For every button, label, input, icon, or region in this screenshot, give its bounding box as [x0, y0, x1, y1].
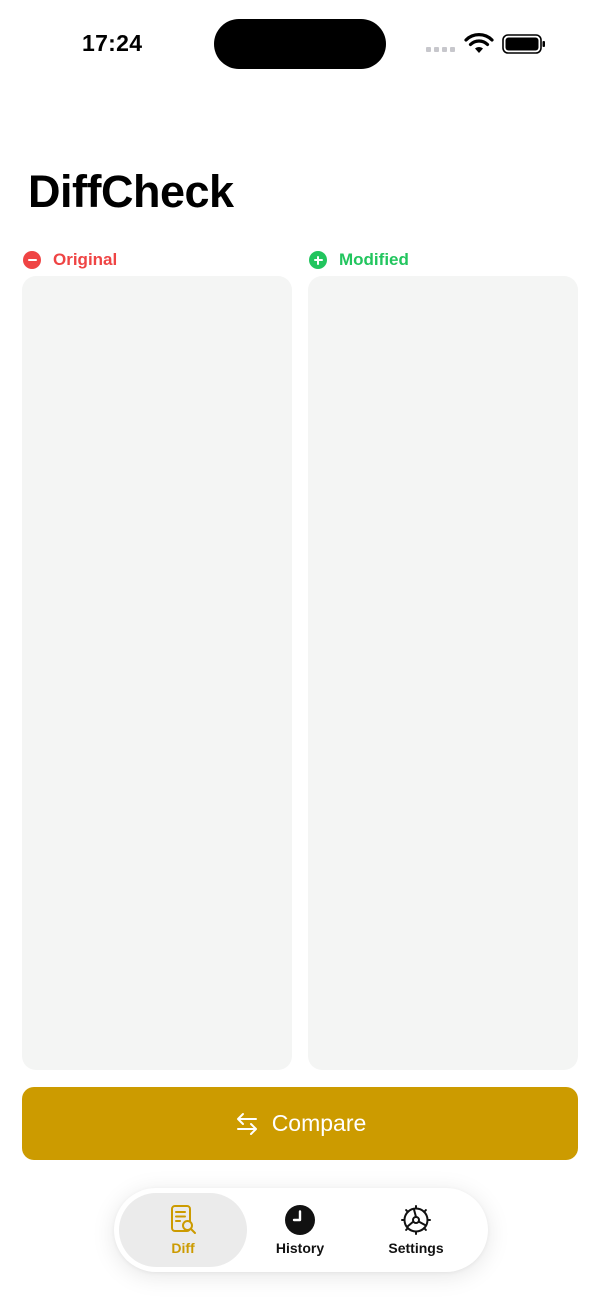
plus-circle-icon: [309, 251, 327, 269]
tab-history-label: History: [275, 1240, 325, 1256]
original-label-text: Original: [53, 250, 118, 269]
compare-button-label: Compare: [271, 1110, 367, 1136]
original-label: Original: [23, 250, 117, 270]
tab-diff[interactable]: Diff: [119, 1193, 247, 1267]
compare-button[interactable]: Compare: [22, 1087, 578, 1160]
tab-diff-label: Diff: [171, 1240, 195, 1256]
arrows-left-right-icon: [236, 1112, 257, 1135]
modified-label: Modified: [309, 250, 409, 270]
battery-icon: [502, 34, 545, 54]
modified-text-input[interactable]: [308, 276, 578, 1070]
app-screen: 17:24 DiffCheck Original Modified Compar…: [0, 0, 600, 1300]
cellular-signal-icon: [426, 47, 455, 52]
tab-history[interactable]: History: [240, 1193, 360, 1267]
tab-settings[interactable]: Settings: [358, 1193, 474, 1267]
tab-bar: Diff History Settings: [114, 1188, 488, 1272]
wifi-icon: [464, 33, 494, 53]
minus-circle-icon: [23, 251, 41, 269]
original-text-input[interactable]: [22, 276, 292, 1070]
gear-icon: [401, 1205, 431, 1235]
status-time: 17:24: [82, 30, 143, 56]
clock-icon: [285, 1205, 315, 1235]
dynamic-island: [214, 19, 386, 69]
document-search-icon: [171, 1205, 196, 1234]
modified-label-text: Modified: [339, 250, 409, 269]
page-title: DiffCheck: [28, 166, 234, 217]
tab-settings-label: Settings: [388, 1240, 444, 1256]
